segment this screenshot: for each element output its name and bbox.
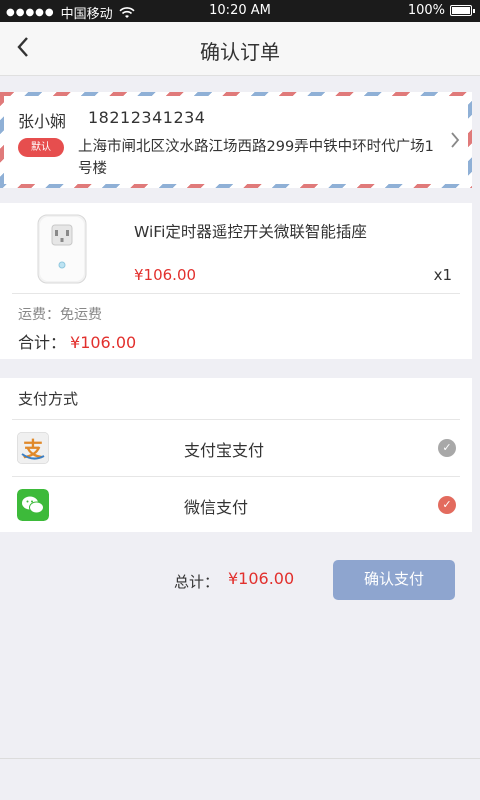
alipay-icon: 支: [17, 432, 49, 464]
product-image: [37, 214, 87, 284]
payment-methods: 支付方式 支 支付宝支付 ✓ 微信支付 ✓: [0, 378, 472, 532]
radio-unselected-icon[interactable]: ✓: [438, 439, 456, 457]
divider: [12, 293, 460, 294]
subtotal-amount: ¥106.00: [70, 333, 137, 352]
shipping-fee: 运费：免运费: [18, 307, 102, 323]
product-price: ¥106.00: [134, 266, 197, 284]
address-detail: 上海市闸北区汶水路江场西路299弄中铁中环时代广场1号楼: [78, 139, 434, 177]
total-amount: ¥106.00: [228, 569, 295, 588]
product-name: WiFi定时器遥控开关微联智能插座: [134, 223, 367, 241]
recipient-name: 张小娴: [18, 112, 67, 131]
divider: [0, 758, 480, 759]
radio-selected-icon[interactable]: ✓: [438, 496, 456, 514]
recipient-phone: 18212341234: [88, 108, 206, 127]
payment-option-label: 微信支付: [184, 498, 249, 517]
payment-header: 支付方式: [18, 390, 79, 408]
battery-percent: 100%: [407, 3, 445, 18]
address-card[interactable]: 张小娴 18212341234 默认 上海市闸北区汶水路江场西路299弄中铁中环…: [0, 92, 472, 188]
total-label: 总计：: [174, 573, 220, 591]
payment-option-label: 支付宝支付: [184, 441, 265, 460]
chevron-right-icon: [450, 130, 460, 155]
default-badge: 默认: [18, 138, 64, 157]
wechat-icon: [17, 489, 49, 521]
status-bar: ●●●●● 中国移动 10:20 AM 100%: [0, 0, 480, 22]
payment-option-alipay[interactable]: 支 支付宝支付 ✓: [0, 420, 472, 475]
confirm-payment-button[interactable]: 确认支付: [333, 560, 455, 600]
payment-option-wechat[interactable]: 微信支付 ✓: [0, 477, 472, 532]
subtotal-label: 合计：: [18, 333, 67, 352]
address-content: 张小娴 18212341234 默认 上海市闸北区汶水路江场西路299弄中铁中环…: [4, 96, 468, 184]
subtotal: 合计： ¥106.00: [18, 329, 136, 353]
order-item-card: WiFi定时器遥控开关微联智能插座 ¥106.00 x1 运费：免运费 合计： ¥…: [0, 203, 472, 359]
page-title: 确认订单: [200, 40, 280, 64]
product-quantity: x1: [433, 266, 452, 284]
battery-icon: [450, 5, 475, 16]
nav-bar: 确认订单: [0, 22, 480, 76]
